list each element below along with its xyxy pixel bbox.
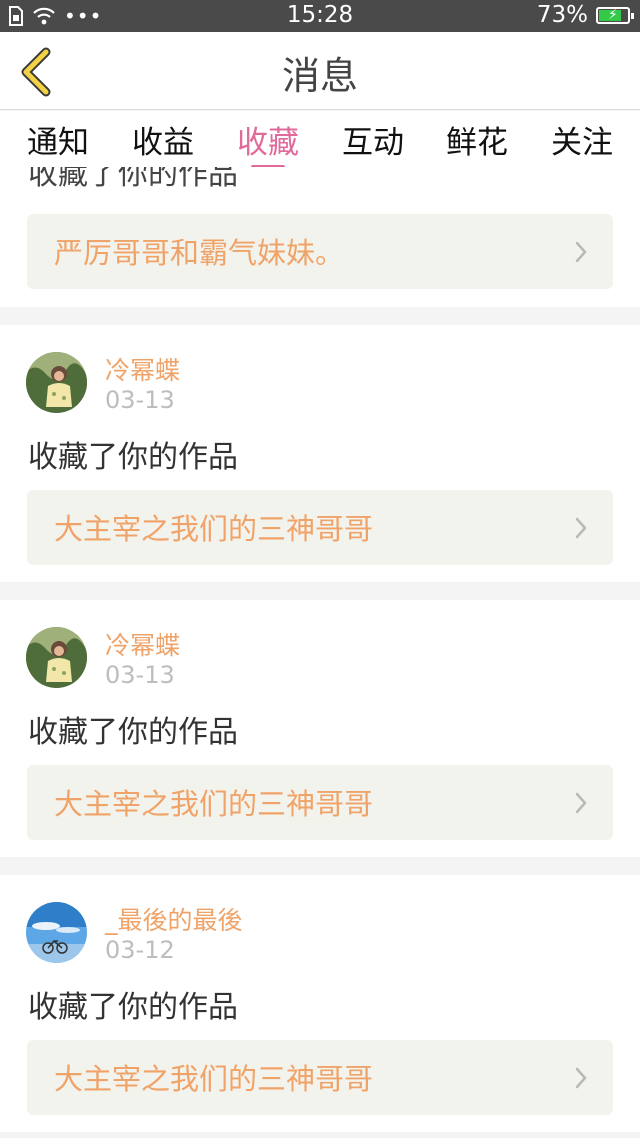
item-action: 收藏了你的作品 — [28, 715, 238, 750]
item-action: 收藏了你的作品 — [28, 440, 238, 475]
tab-earnings[interactable]: 收益 — [118, 117, 208, 162]
avatar[interactable] — [26, 902, 87, 963]
tab-notifications[interactable]: 通知 — [13, 117, 103, 162]
header: 消息 — [0, 32, 640, 110]
feed-item: 冷幂蝶 03-13 收藏了你的作品 大主宰之我们的三神哥哥 — [0, 325, 640, 582]
work-link[interactable]: 大主宰之我们的三神哥哥 — [27, 1040, 613, 1115]
tab-following[interactable]: 关注 — [537, 117, 627, 162]
tab-favorites[interactable]: 收藏 — [223, 117, 313, 162]
item-action: 收藏了你的作品 — [28, 990, 238, 1025]
tab-interactions[interactable]: 互动 — [328, 117, 418, 162]
avatar[interactable] — [26, 352, 87, 413]
item-action: 收藏了你的作品 — [28, 167, 238, 192]
page-title: 消息 — [281, 54, 358, 98]
work-link[interactable]: 大主宰之我们的三神哥哥 — [27, 490, 613, 565]
avatar[interactable] — [26, 627, 87, 688]
work-title: 大主宰之我们的三神哥哥 — [54, 512, 374, 546]
battery-icon: ⚡ — [596, 6, 634, 24]
item-date: 03-12 — [105, 936, 175, 964]
work-title: 严厉哥哥和霸气妹妹。 — [54, 236, 345, 270]
username[interactable]: 冷幂蝶 — [105, 351, 180, 387]
status-icons-right: 73% ⚡ — [536, 2, 634, 28]
feed-item-partial: 收藏了你的作品 严厉哥哥和霸气妹妹。 — [0, 167, 640, 307]
chevron-right-icon — [575, 792, 587, 814]
work-link[interactable]: 大主宰之我们的三神哥哥 — [27, 765, 613, 840]
item-date: 03-13 — [105, 661, 175, 689]
item-date: 03-13 — [105, 386, 175, 414]
battery-percent: 73% — [536, 2, 588, 28]
tab-bar: 通知 收益 收藏 互动 鲜花 关注 — [0, 111, 640, 167]
work-title: 大主宰之我们的三神哥哥 — [54, 1062, 374, 1096]
chevron-right-icon — [575, 1067, 587, 1089]
chevron-right-icon — [575, 241, 587, 263]
favorites-feed: 收藏了你的作品 严厉哥哥和霸气妹妹。 冷幂蝶 03-13 收藏了你的作品 大主宰… — [0, 167, 640, 1138]
username[interactable]: 冷幂蝶 — [105, 626, 180, 662]
work-title: 大主宰之我们的三神哥哥 — [54, 787, 374, 821]
username[interactable]: _最後的最後 — [105, 901, 243, 937]
work-link[interactable]: 严厉哥哥和霸气妹妹。 — [27, 214, 613, 289]
feed-item: 冷幂蝶 03-13 收藏了你的作品 大主宰之我们的三神哥哥 — [0, 600, 640, 857]
feed-item: _最後的最後 03-12 收藏了你的作品 大主宰之我们的三神哥哥 — [0, 875, 640, 1132]
chevron-right-icon — [575, 517, 587, 539]
status-bar: ••• 15:28 73% ⚡ — [0, 0, 640, 32]
tab-flowers[interactable]: 鲜花 — [432, 117, 522, 162]
